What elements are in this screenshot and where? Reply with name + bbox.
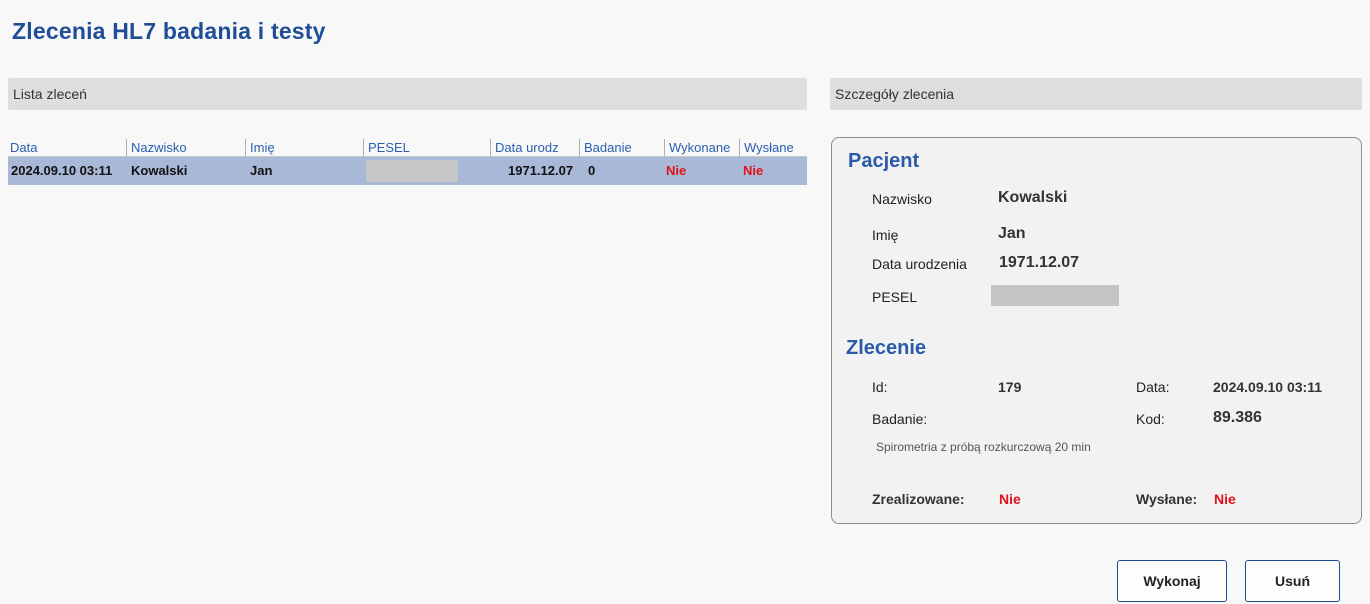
first-name-label: Imię	[872, 227, 899, 243]
sent-value: Nie	[1214, 491, 1236, 507]
surname-label: Nazwisko	[872, 191, 932, 207]
table-header: Data Nazwisko Imię PESEL Data urodz Bada…	[8, 139, 807, 157]
page-title: Zlecenia HL7 badania i testy	[12, 18, 326, 44]
completed-value: Nie	[999, 491, 1021, 507]
dob-label: Data urodzenia	[872, 256, 967, 272]
completed-label: Zrealizowane:	[872, 491, 965, 507]
surname-value: Kowalski	[998, 189, 1068, 206]
orders-table: Data Nazwisko Imię PESEL Data urodz Bada…	[8, 139, 807, 185]
cell-imie: Jan	[250, 163, 273, 178]
order-details-header: Szczegóły zlecenia	[830, 78, 1362, 110]
column-header-badanie[interactable]: Badanie	[579, 139, 662, 157]
cell-data-urodz: 1971.12.07	[508, 163, 574, 178]
execute-button[interactable]: Wykonaj	[1117, 560, 1227, 602]
date-label: Data:	[1136, 379, 1170, 395]
pesel-redacted	[991, 285, 1119, 306]
table-row[interactable]: 2024.09.10 03:11 Kowalski Jan 1971.12.07…	[8, 157, 807, 185]
test-label: Badanie:	[872, 411, 928, 427]
test-description: Spirometria z próbą rozkurczową 20 min	[876, 440, 1091, 454]
column-header-nazwisko[interactable]: Nazwisko	[126, 139, 244, 157]
cell-pesel-redacted	[366, 160, 458, 182]
column-header-data[interactable]: Data	[8, 139, 126, 157]
cell-wyslane: Nie	[743, 163, 764, 178]
code-value: 89.386	[1213, 409, 1262, 426]
cell-badanie: 0	[588, 163, 596, 178]
dob-value: 1971.12.07	[999, 254, 1080, 271]
first-name-value: Jan	[998, 225, 1026, 242]
code-label: Kod:	[1136, 411, 1165, 427]
column-header-imie[interactable]: Imię	[245, 139, 362, 157]
date-value: 2024.09.10 03:11	[1213, 379, 1322, 395]
column-header-wyslane[interactable]: Wysłane	[739, 139, 807, 157]
id-value: 179	[998, 379, 1022, 395]
sent-label: Wysłane:	[1136, 491, 1198, 507]
column-header-pesel[interactable]: PESEL	[363, 139, 489, 157]
cell-wykonane: Nie	[666, 163, 687, 178]
cell-nazwisko: Kowalski	[131, 163, 188, 178]
order-details-panel: Pacjent Nazwisko Kowalski Imię Jan Data …	[831, 137, 1362, 524]
pesel-label: PESEL	[872, 289, 918, 305]
order-heading: Zlecenie	[846, 337, 927, 359]
orders-list-header: Lista zleceń	[8, 78, 807, 110]
cell-data: 2024.09.10 03:11	[11, 163, 113, 178]
delete-button[interactable]: Usuń	[1245, 560, 1340, 602]
column-header-data-urodz[interactable]: Data urodz	[490, 139, 578, 157]
patient-heading: Pacjent	[848, 150, 920, 172]
column-header-wykonane[interactable]: Wykonane	[664, 139, 738, 157]
id-label: Id:	[872, 379, 888, 395]
